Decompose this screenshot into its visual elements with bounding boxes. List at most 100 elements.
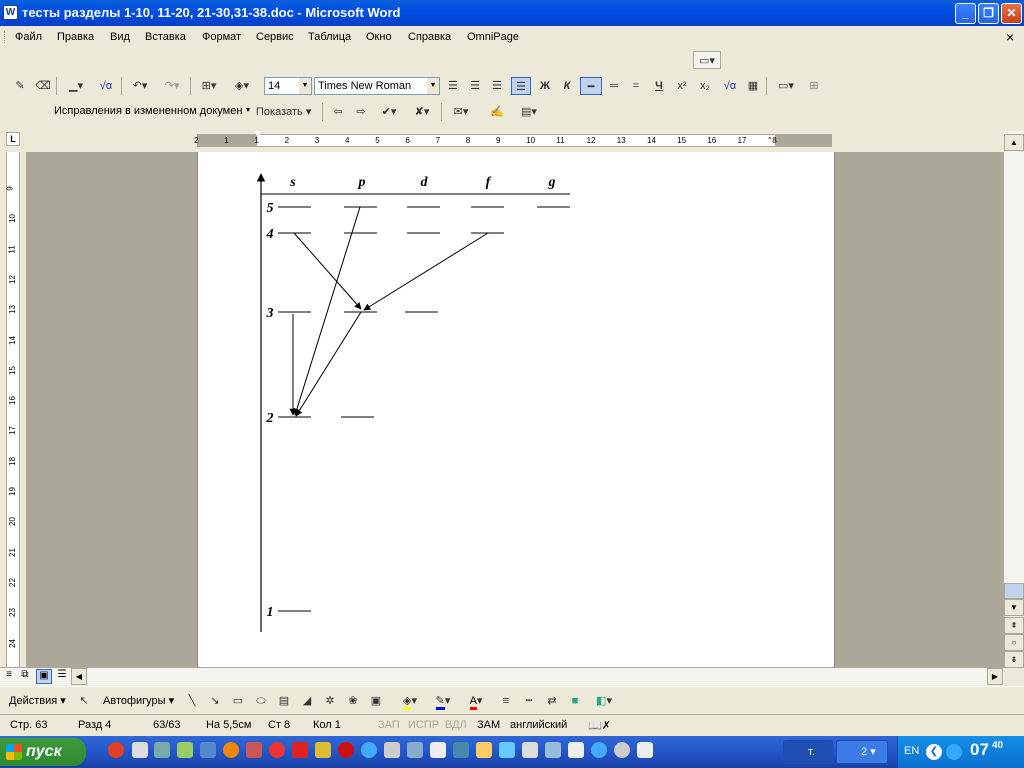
track-changes-button[interactable]: ✍: [486, 103, 508, 121]
print-layout-button[interactable]: ▣: [36, 669, 52, 684]
quicklaunch-icon-14[interactable]: [407, 742, 423, 758]
double-line-button[interactable]: ═: [605, 77, 623, 95]
accept-change-button[interactable]: ✔▾: [374, 103, 404, 121]
quicklaunch-icon-5[interactable]: [200, 742, 216, 758]
status-record-macro[interactable]: ЗАП: [378, 719, 400, 731]
word-app-icon[interactable]: W: [3, 5, 18, 20]
single-line-button[interactable]: ━: [580, 77, 602, 95]
dash-style-button[interactable]: ┅: [520, 692, 538, 710]
vertical-scrollbar[interactable]: ▲ ▼ ⇞ ○ ⇟: [1004, 131, 1024, 668]
menu-help[interactable]: Справка: [408, 31, 451, 43]
previous-change-button[interactable]: ⇦: [327, 103, 349, 121]
tray-app-icon[interactable]: [946, 744, 962, 760]
bold-button[interactable]: Ж: [536, 77, 554, 95]
quicklaunch-icon-9[interactable]: [292, 742, 308, 758]
italic-button[interactable]: К: [558, 77, 576, 95]
clock-minute[interactable]: 40: [992, 740, 1003, 751]
menu-tools[interactable]: Сервис: [256, 31, 294, 43]
picture-button[interactable]: ▣: [367, 692, 385, 710]
ie-icon[interactable]: [361, 742, 377, 758]
scroll-right-button[interactable]: ▶: [987, 668, 1003, 685]
pen-button[interactable]: ✎: [10, 77, 30, 95]
normal-view-button[interactable]: ≡: [2, 669, 16, 684]
menu-edit[interactable]: Правка: [57, 31, 94, 43]
quicklaunch-icon-10[interactable]: [315, 742, 331, 758]
menu-window[interactable]: Окно: [366, 31, 392, 43]
quicklaunch-icon-2[interactable]: [132, 742, 148, 758]
document-page[interactable]: s p d f g 5 4 3 2 1: [197, 152, 835, 667]
quicklaunch-icon-8[interactable]: [269, 742, 285, 758]
status-overtype[interactable]: ЗАМ: [477, 719, 500, 731]
equals-line-button[interactable]: =: [627, 77, 645, 95]
frame-button[interactable]: ▭▾: [771, 77, 801, 95]
quicklaunch-icon-13[interactable]: [384, 742, 400, 758]
draw-actions-menu[interactable]: Действия ▾: [9, 692, 71, 710]
toolbar-options-button[interactable]: ▭▾: [693, 51, 721, 69]
reviewing-pane-button[interactable]: ▤▾: [514, 103, 544, 121]
language-indicator[interactable]: EN: [904, 745, 919, 757]
shading-grid-button[interactable]: ▦: [744, 77, 762, 95]
align-left-button[interactable]: ☰: [444, 77, 462, 95]
line-button[interactable]: ╲: [183, 692, 201, 710]
close-button[interactable]: ✕: [1001, 3, 1022, 24]
arrow-style-button[interactable]: ⇄: [543, 692, 561, 710]
oval-button[interactable]: ⬭: [252, 692, 270, 710]
right-indent-icon[interactable]: [766, 139, 774, 145]
quicklaunch-icon-20[interactable]: [545, 742, 561, 758]
horizontal-scrollbar[interactable]: ≡ ⧉ ▣ ☰ ◀ ▶: [0, 667, 1004, 685]
tray-back-icon[interactable]: ❮: [926, 744, 942, 760]
menu-file[interactable]: Файл: [15, 31, 42, 43]
quicklaunch-icon-21[interactable]: [568, 742, 584, 758]
diagram-button[interactable]: ✲: [321, 692, 339, 710]
borders-button[interactable]: ⊞▾: [195, 77, 223, 95]
equation-button[interactable]: √α: [719, 77, 741, 95]
quicklaunch-icon-23[interactable]: [614, 742, 630, 758]
fill-color-button[interactable]: ◈▾: [395, 692, 425, 710]
clipart-button[interactable]: ❀: [344, 692, 362, 710]
scroll-left-button[interactable]: ◀: [71, 668, 87, 685]
menu-format[interactable]: Формат: [202, 31, 241, 43]
horizontal-ruler[interactable]: 2 1 1 2 3 4 5 6 7 8 9 10 11 12 13 14 15 16 17 18: [194, 134, 832, 147]
document-close-button[interactable]: ×: [1006, 29, 1014, 45]
formula-editor-button[interactable]: √α: [95, 77, 117, 95]
status-track-changes[interactable]: ИСПР: [408, 719, 439, 731]
quicklaunch-icon-24[interactable]: [637, 742, 653, 758]
shadow-style-button[interactable]: ■: [566, 692, 584, 710]
quicklaunch-icon-3[interactable]: [154, 742, 170, 758]
font-color-button[interactable]: A▾: [461, 692, 491, 710]
web-view-button[interactable]: ⧉: [18, 669, 32, 684]
start-button[interactable]: пуск: [0, 738, 86, 766]
menu-insert[interactable]: Вставка: [145, 31, 186, 43]
menu-omnipage[interactable]: OmniPage: [467, 31, 519, 43]
display-for-review-combo[interactable]: Исправления в измененном документ ▼: [51, 103, 254, 121]
rectangle-button[interactable]: ▭: [229, 692, 247, 710]
table-grid-button[interactable]: ⊞: [805, 77, 823, 95]
font-name-combo[interactable]: Times New Roman ▼: [314, 77, 440, 95]
taskbar-word-button[interactable]: т.: [783, 740, 833, 764]
justify-button[interactable]: ☰: [511, 77, 531, 95]
quicklaunch-icon-4[interactable]: [177, 742, 193, 758]
line-color-button[interactable]: ▁▾: [61, 77, 91, 95]
spelling-status-icon[interactable]: 📖✗: [588, 719, 611, 732]
quicklaunch-icon-6[interactable]: [223, 742, 239, 758]
scroll-down-button[interactable]: ▼: [1004, 599, 1024, 616]
status-extend[interactable]: ВДЛ: [445, 719, 467, 731]
undo-button[interactable]: ↶▾: [126, 77, 154, 95]
quicklaunch-icon-22[interactable]: [591, 742, 607, 758]
line-style-button[interactable]: ≡: [497, 692, 515, 710]
insert-comment-button[interactable]: ✉▾: [446, 103, 476, 121]
indent-markers[interactable]: [254, 131, 262, 153]
taskbar-group-button[interactable]: 2 ▾: [836, 740, 888, 764]
tab-selector[interactable]: L: [6, 132, 20, 146]
restore-button[interactable]: ❐: [978, 3, 999, 24]
next-page-button[interactable]: ⇟: [1004, 651, 1024, 668]
menu-view[interactable]: Вид: [110, 31, 130, 43]
clock-hour[interactable]: 07: [970, 740, 989, 760]
status-language[interactable]: английский: [510, 719, 567, 731]
superscript-button[interactable]: x²: [673, 77, 691, 95]
textbox-button[interactable]: ▤: [275, 692, 293, 710]
select-browse-object-button[interactable]: ○: [1004, 634, 1024, 651]
redo-button[interactable]: ↷▾: [158, 77, 186, 95]
autoshapes-menu[interactable]: Автофигуры ▾: [103, 692, 179, 710]
quicklaunch-icon-19[interactable]: [522, 742, 538, 758]
